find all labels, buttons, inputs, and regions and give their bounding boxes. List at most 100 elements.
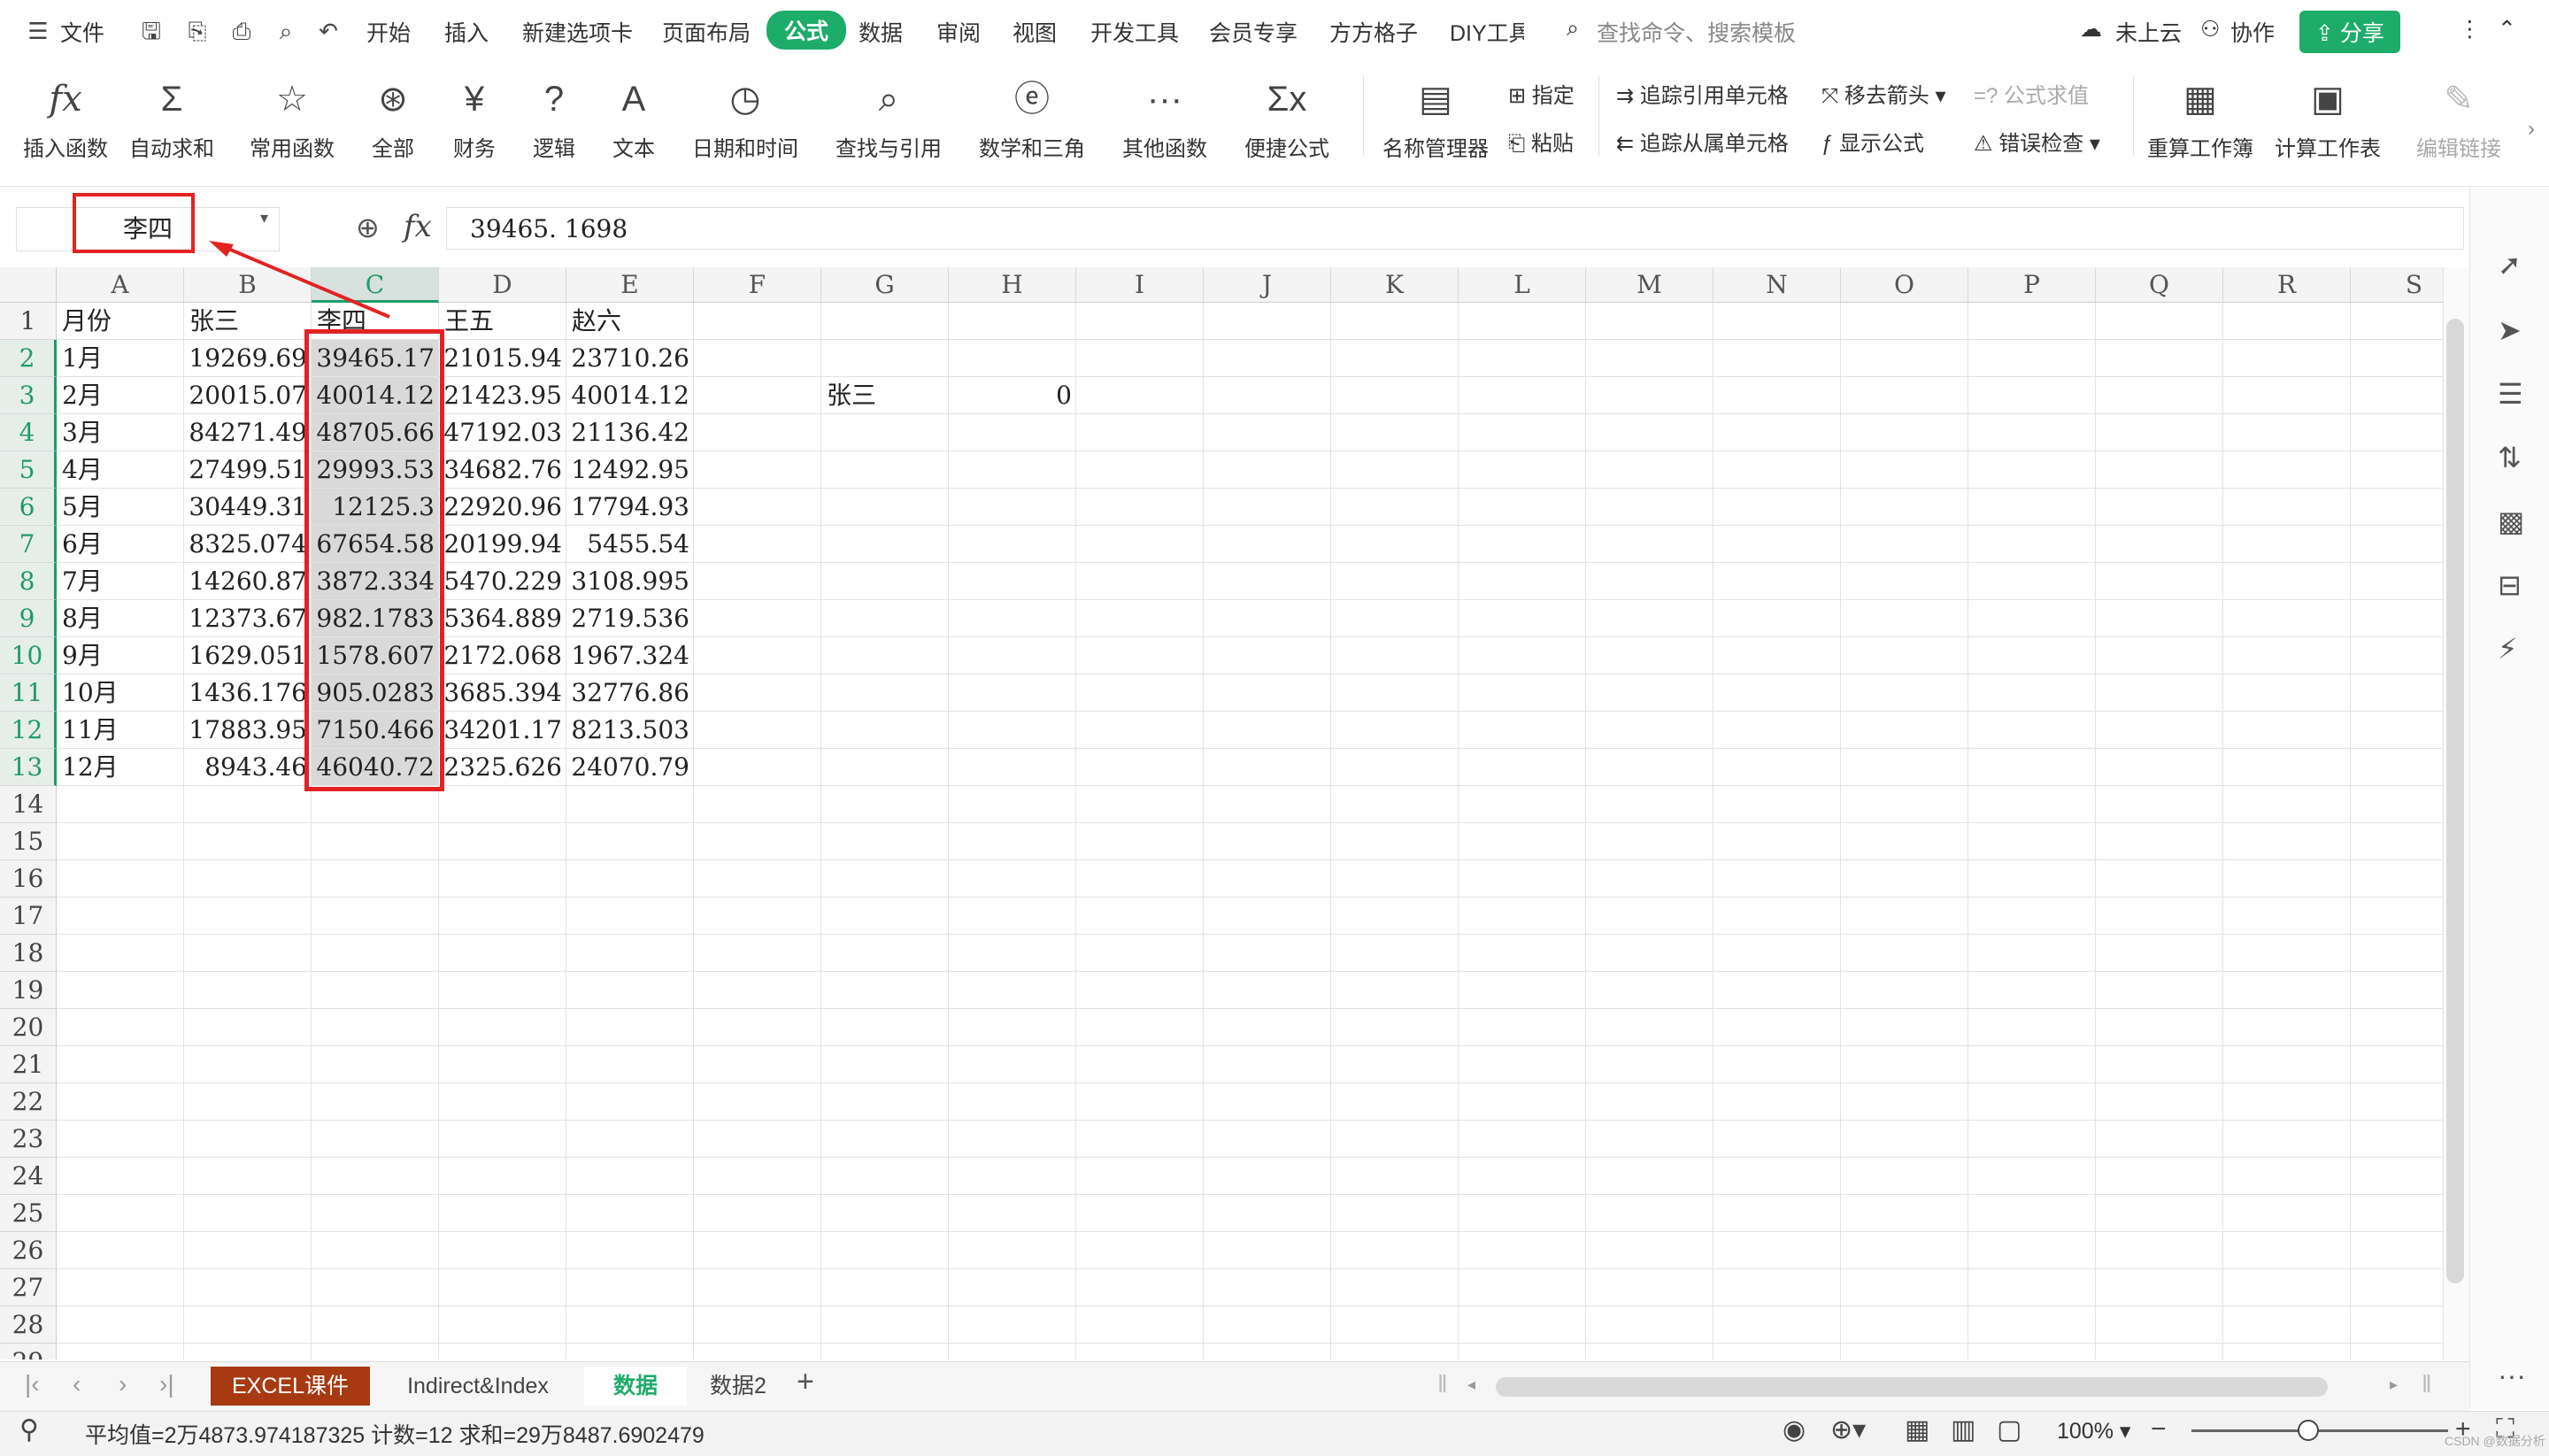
cell[interactable] — [2096, 1046, 2223, 1083]
cell[interactable] — [2223, 860, 2351, 897]
cell[interactable] — [694, 674, 821, 712]
cell[interactable] — [1076, 340, 1204, 377]
cell[interactable] — [1459, 860, 1586, 897]
next-sheet-icon[interactable]: › — [119, 1370, 127, 1398]
cell[interactable] — [1586, 1121, 1713, 1158]
cell[interactable] — [1968, 526, 2096, 563]
cell[interactable] — [821, 712, 949, 749]
cell-b10[interactable]: 1629.051 — [184, 637, 312, 674]
cell[interactable] — [184, 1158, 312, 1195]
column-header-s[interactable]: S — [2351, 267, 2443, 303]
cell[interactable] — [2096, 749, 2223, 786]
assign-button[interactable]: ⊞ 指定 — [1508, 78, 1575, 109]
trace-precedents-button[interactable]: ⇉ 追踪引用单元格 — [1616, 78, 1789, 109]
cell[interactable] — [2223, 600, 2351, 637]
cell[interactable] — [2351, 451, 2443, 489]
cell[interactable] — [1586, 1083, 1713, 1121]
cell[interactable] — [1204, 489, 1331, 526]
insert-function-button[interactable]: fx 插入函数 — [23, 76, 108, 162]
remove-arrows-button[interactable]: ⤧ 移去箭头 ▾ — [1821, 78, 1946, 109]
chevron-right-icon[interactable]: › — [1519, 21, 1524, 40]
cell[interactable] — [1076, 377, 1204, 414]
cell[interactable] — [1204, 786, 1331, 823]
menu-new-tab[interactable]: 新建选项卡 — [522, 16, 633, 48]
cell[interactable] — [2223, 526, 2351, 563]
cell[interactable] — [1586, 823, 1713, 860]
cell[interactable] — [1204, 414, 1331, 451]
cell[interactable] — [949, 1083, 1076, 1121]
cell-e8[interactable]: 3108.995 — [566, 563, 694, 600]
cell[interactable] — [57, 1083, 184, 1121]
cell[interactable] — [1331, 303, 1459, 340]
cell[interactable] — [566, 860, 694, 897]
cell[interactable] — [2096, 303, 2223, 340]
cell[interactable] — [566, 897, 694, 935]
cell[interactable] — [694, 972, 821, 1009]
cell[interactable] — [2223, 489, 2351, 526]
cell[interactable] — [1204, 1046, 1331, 1083]
cell[interactable] — [1841, 303, 1968, 340]
cell[interactable] — [312, 1046, 439, 1083]
menu-developer[interactable]: 开发工具 — [1090, 16, 1179, 48]
fx-label[interactable]: fx — [404, 209, 432, 244]
cell-e12[interactable]: 8213.503 — [566, 712, 694, 749]
cell[interactable] — [1586, 451, 1713, 489]
row-header-17[interactable]: 17 — [0, 897, 57, 935]
cell[interactable] — [1204, 600, 1331, 637]
row-header-16[interactable]: 16 — [0, 860, 57, 897]
cell[interactable] — [1076, 712, 1204, 749]
cell[interactable] — [2223, 1009, 2351, 1046]
cell[interactable] — [1204, 1195, 1331, 1232]
zoom-slider-track[interactable] — [2191, 1429, 2448, 1432]
cell[interactable] — [694, 563, 821, 600]
select-all-corner[interactable] — [0, 267, 57, 303]
cell[interactable] — [694, 1232, 821, 1269]
cell[interactable] — [1459, 1195, 1586, 1232]
cell[interactable] — [2351, 340, 2443, 377]
cell-e9[interactable]: 2719.536 — [566, 600, 694, 637]
cell-a13[interactable]: 12月 — [57, 749, 184, 786]
column-header-l[interactable]: L — [1459, 267, 1586, 303]
menu-page-layout[interactable]: 页面布局 — [662, 16, 751, 48]
cell[interactable] — [1331, 489, 1459, 526]
cell[interactable] — [1204, 1158, 1331, 1195]
cell[interactable] — [821, 600, 949, 637]
cell[interactable] — [1968, 1232, 2096, 1269]
menu-file[interactable]: 文件 — [60, 16, 104, 48]
cell[interactable] — [1968, 786, 2096, 823]
freeze-icon[interactable]: ⊕▾ — [1830, 1414, 1866, 1445]
cell[interactable] — [949, 1195, 1076, 1232]
cell[interactable] — [1586, 935, 1713, 972]
cell[interactable] — [1459, 451, 1586, 489]
cell-e2[interactable]: 23710.26 — [566, 340, 694, 377]
cell[interactable] — [566, 1195, 694, 1232]
menu-insert[interactable]: 插入 — [444, 16, 489, 48]
cell[interactable] — [566, 1306, 694, 1344]
cell[interactable] — [1459, 712, 1586, 749]
cell[interactable] — [821, 526, 949, 563]
cell[interactable] — [1841, 1269, 1968, 1306]
cell[interactable] — [1586, 1046, 1713, 1083]
cell[interactable] — [949, 1306, 1076, 1344]
cell[interactable] — [1459, 526, 1586, 563]
cell[interactable] — [2351, 823, 2443, 860]
lightning-icon[interactable]: ⚡ — [2498, 632, 2517, 666]
cell[interactable] — [2096, 1009, 2223, 1046]
row-header-25[interactable]: 25 — [0, 1195, 57, 1232]
cell[interactable] — [2223, 340, 2351, 377]
cell[interactable] — [1076, 897, 1204, 935]
cell[interactable] — [57, 786, 184, 823]
column-header-o[interactable]: O — [1841, 267, 1968, 303]
page-break-view-icon[interactable]: ▥ — [1951, 1414, 1975, 1445]
cell[interactable] — [1713, 1232, 1841, 1269]
cell[interactable] — [1713, 1344, 1841, 1360]
cell-d4[interactable]: 47192.03 — [439, 414, 566, 451]
cell[interactable] — [184, 1083, 312, 1121]
cell-e13[interactable]: 24070.79 — [566, 749, 694, 786]
chevron-down-icon[interactable]: ▾ — [260, 209, 268, 227]
cell[interactable] — [949, 1158, 1076, 1195]
cell[interactable] — [821, 674, 949, 712]
cell[interactable] — [1459, 823, 1586, 860]
cell[interactable] — [949, 1232, 1076, 1269]
column-header-e[interactable]: E — [566, 267, 694, 303]
